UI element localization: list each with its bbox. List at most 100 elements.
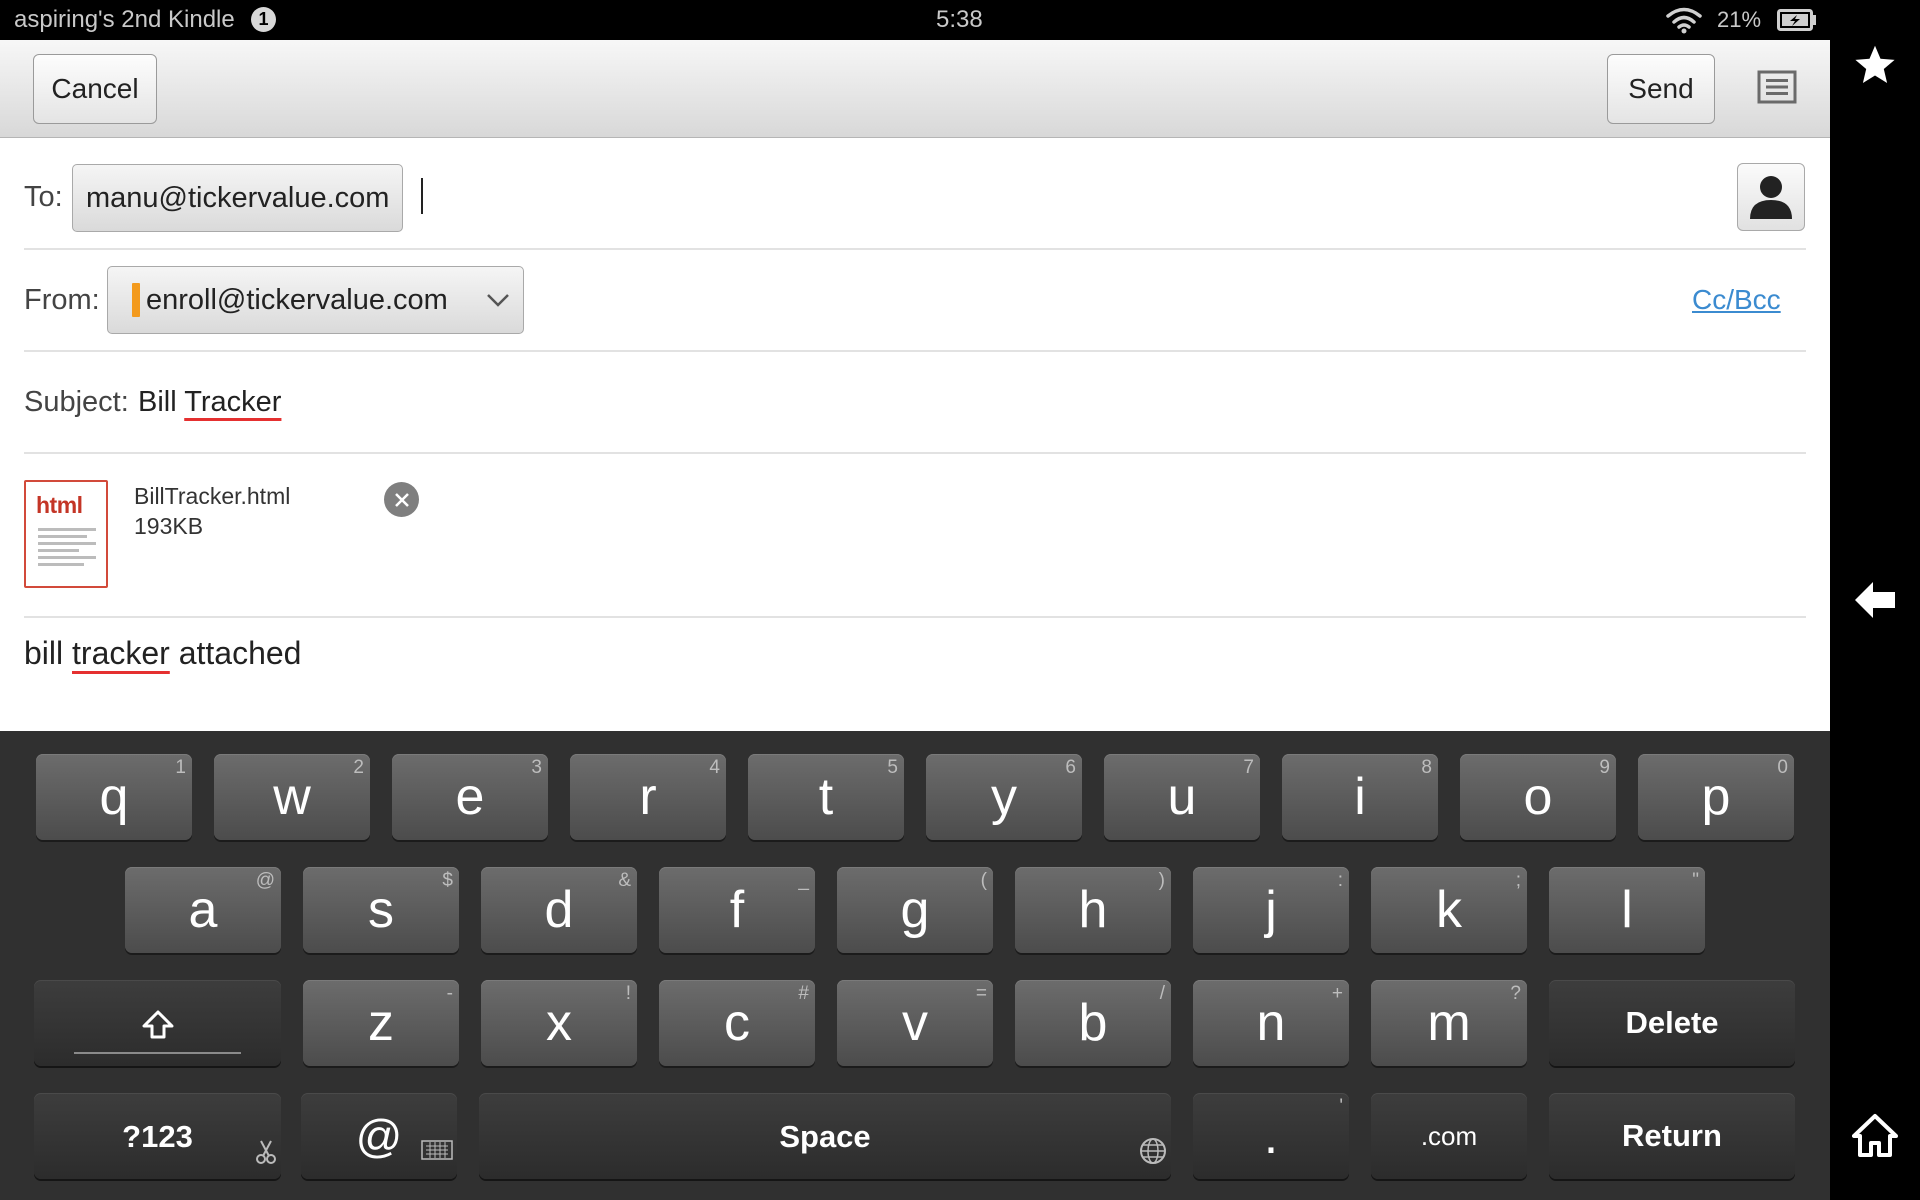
key-label: Space — [779, 1118, 871, 1154]
message-body[interactable]: bill tracker attached — [24, 635, 301, 672]
key-label: c — [724, 994, 750, 1052]
body-word-misspelled: tracker — [72, 635, 170, 671]
key-z[interactable]: z- — [303, 980, 459, 1066]
key-j[interactable]: j: — [1193, 867, 1349, 953]
key-w[interactable]: w2 — [214, 754, 370, 840]
key-r[interactable]: r4 — [570, 754, 726, 840]
key-label: y — [991, 768, 1017, 826]
chevron-down-icon — [485, 287, 511, 321]
space-key[interactable]: Space — [479, 1093, 1171, 1179]
cancel-button[interactable]: Cancel — [33, 54, 157, 124]
subject-label: Subject: — [24, 386, 129, 418]
to-recipient-chip[interactable]: manu@tickervalue.com — [72, 164, 403, 232]
from-account-select[interactable]: enroll@tickervalue.com — [107, 266, 524, 334]
return-key[interactable]: Return — [1549, 1093, 1795, 1179]
send-button[interactable]: Send — [1607, 54, 1715, 124]
battery-percent: 21% — [1717, 7, 1762, 32]
key-alt-hint: # — [798, 983, 809, 1004]
cc-bcc-link[interactable]: Cc/Bcc — [1692, 284, 1781, 316]
shift-arrow-icon — [141, 993, 175, 1053]
key-c[interactable]: c # — [659, 980, 815, 1066]
key-n[interactable]: n + — [1193, 980, 1349, 1066]
symbols-key[interactable]: ?123 — [34, 1093, 281, 1179]
key-alt-hint: & — [618, 870, 631, 891]
key-label: d — [544, 881, 574, 939]
key-b[interactable]: b / — [1015, 980, 1171, 1066]
key-o[interactable]: o9 — [1460, 754, 1616, 840]
key-alt-hint: 6 — [1065, 757, 1076, 778]
on-screen-keyboard: q1 w2 e3 r4 t5 y6 u7 i8 o9 p0 a @ s $ d & f… — [0, 731, 1830, 1200]
key-a[interactable]: a @ — [125, 867, 281, 953]
key-d[interactable]: d & — [481, 867, 637, 953]
file-preview-lines — [38, 528, 96, 570]
key-label: . — [1263, 1107, 1279, 1165]
key-i[interactable]: i8 — [1282, 754, 1438, 840]
home-icon[interactable] — [1850, 1110, 1900, 1160]
star-icon[interactable] — [1850, 40, 1900, 90]
key-alt-hint: " — [1692, 870, 1699, 891]
key-label: w — [273, 768, 311, 826]
key-p[interactable]: p0 — [1638, 754, 1794, 840]
subject-input[interactable]: Bill Tracker — [138, 386, 281, 419]
from-account-value: enroll@tickervalue.com — [146, 283, 448, 316]
key-alt-hint: $ — [442, 870, 453, 891]
key-alt-hint: 8 — [1421, 757, 1432, 778]
key-label: x — [546, 994, 572, 1052]
key-s[interactable]: s $ — [303, 867, 459, 953]
key-m[interactable]: m? — [1371, 980, 1527, 1066]
key-alt-hint: : — [1337, 870, 1343, 891]
delete-key[interactable]: Delete — [1549, 980, 1795, 1066]
key-label: f — [729, 881, 745, 939]
key-alt-hint: 4 — [709, 757, 720, 778]
key-t[interactable]: t5 — [748, 754, 904, 840]
key-alt-hint: _ — [798, 870, 809, 891]
device-name: aspiring's 2nd Kindle — [14, 6, 235, 33]
key-q[interactable]: q1 — [36, 754, 192, 840]
dotcom-key[interactable]: .com — [1371, 1093, 1527, 1179]
key-alt-hint: - — [446, 983, 453, 1004]
key-label: ?123 — [122, 1118, 193, 1154]
key-l[interactable]: l " — [1549, 867, 1705, 953]
key-alt-hint: 5 — [887, 757, 898, 778]
key-label: k — [1436, 881, 1462, 939]
list-menu-icon[interactable] — [1757, 70, 1801, 110]
key-u[interactable]: u7 — [1104, 754, 1260, 840]
key-x[interactable]: x! — [481, 980, 637, 1066]
key-alt-hint: 3 — [531, 757, 542, 778]
text-caret — [421, 178, 423, 214]
key-label: z — [368, 994, 394, 1052]
keyboard-icon — [421, 1117, 453, 1171]
key-v[interactable]: v = — [837, 980, 993, 1066]
key-e[interactable]: e3 — [392, 754, 548, 840]
contact-person-icon[interactable] — [1737, 163, 1805, 231]
status-bar: aspiring's 2nd Kindle 1 5:38 21% — [0, 0, 1830, 40]
shift-key[interactable] — [34, 980, 281, 1066]
back-arrow-icon[interactable] — [1850, 575, 1900, 625]
key-label: t — [818, 768, 834, 826]
notification-badge[interactable]: 1 — [251, 7, 276, 32]
key-label: g — [900, 881, 930, 939]
key-k[interactable]: k; — [1371, 867, 1527, 953]
period-key[interactable]: . ' — [1193, 1093, 1349, 1179]
at-key[interactable]: @ — [301, 1093, 457, 1179]
account-color-marker — [132, 283, 140, 317]
key-alt-hint: ! — [625, 983, 631, 1004]
key-g[interactable]: g( — [837, 867, 993, 953]
key-h[interactable]: h) — [1015, 867, 1171, 953]
close-icon[interactable] — [384, 482, 419, 517]
html-file-icon[interactable]: html — [24, 480, 108, 588]
key-y[interactable]: y6 — [926, 754, 1082, 840]
globe-icon — [1139, 1137, 1167, 1173]
attachment-name: BillTracker.html — [134, 483, 291, 509]
key-f[interactable]: f _ — [659, 867, 815, 953]
key-alt-hint: ) — [1158, 870, 1165, 891]
key-label: l — [1621, 881, 1633, 939]
key-label: h — [1078, 881, 1108, 939]
key-label: m — [1427, 994, 1471, 1052]
key-label: @ — [355, 1110, 403, 1162]
key-alt-hint: 7 — [1243, 757, 1254, 778]
body-word: bill — [24, 635, 64, 671]
to-label: To: — [24, 181, 63, 213]
system-nav-bar — [1830, 0, 1920, 1200]
key-label: r — [639, 768, 657, 826]
